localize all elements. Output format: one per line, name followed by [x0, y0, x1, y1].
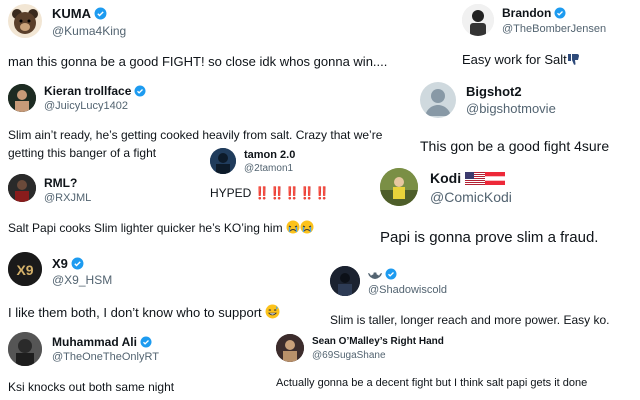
user-name[interactable]: Kodi	[430, 170, 505, 186]
tweet-text: Slim ain’t ready, he’s getting cooked he…	[8, 128, 383, 142]
user-handle[interactable]: @JuicyLucy1402	[44, 100, 128, 112]
user-handle[interactable]: @ComicKodi	[430, 189, 512, 205]
user-handle[interactable]: @Kuma4King	[52, 24, 126, 38]
user-name[interactable]: Sean O’Malley’s Right Hand	[312, 336, 444, 347]
default-avatar-icon	[425, 89, 451, 116]
avatar[interactable]	[8, 84, 36, 112]
user-name[interactable]: Muhammad Ali	[52, 335, 152, 349]
tweet-text: getting this banger of a fight	[8, 146, 157, 160]
person-avatar-icon	[380, 168, 418, 206]
user-name[interactable]	[368, 268, 397, 282]
tweet-text: This gon be a good fight 4sure	[420, 138, 610, 154]
user-name[interactable]: Bigshot2	[466, 84, 522, 99]
user-handle[interactable]: @TheOneTheOnlyRT	[52, 351, 159, 363]
avatar[interactable]	[420, 82, 456, 118]
verified-badge-icon	[71, 257, 84, 270]
batman-logo-icon	[368, 270, 382, 282]
avatar[interactable]	[8, 174, 36, 202]
tweet-text: Papi is gonna prove slim a fraud.	[380, 229, 599, 246]
avatar[interactable]	[330, 266, 360, 296]
avatar[interactable]	[8, 4, 42, 38]
person-avatar-icon	[462, 4, 494, 36]
user-name[interactable]: Kieran trollface	[44, 84, 146, 98]
tweet-text: Salt Papi cooks Slim lighter quicker he’…	[8, 220, 314, 235]
crying-face-icon	[286, 220, 300, 234]
tweet-text: Easy work for Salt	[462, 52, 581, 67]
user-handle[interactable]: @bigshotmovie	[466, 101, 556, 116]
avatar[interactable]	[276, 334, 304, 362]
tweet-text: Ksi knocks out both same night	[8, 380, 175, 394]
tweet-text: man this gonna be a good FIGHT! so close…	[8, 54, 388, 69]
person-avatar-icon	[8, 332, 42, 366]
sweat-smile-icon	[265, 304, 280, 319]
person-avatar-icon	[210, 148, 236, 174]
avatar[interactable]	[8, 332, 42, 366]
verified-badge-icon	[94, 7, 107, 20]
verified-badge-icon	[140, 336, 152, 348]
user-handle[interactable]: @2tamon1	[244, 163, 293, 174]
svg-text:X9: X9	[16, 262, 33, 278]
user-handle[interactable]: @Shadowiscold	[368, 284, 447, 296]
verified-badge-icon	[385, 268, 397, 280]
fighter-avatar-icon	[8, 84, 36, 112]
tweet-text: I like them both, I don’t know who to su…	[8, 304, 280, 320]
person-avatar-icon	[8, 174, 36, 202]
verified-badge-icon	[134, 85, 146, 97]
person-avatar-icon	[276, 334, 304, 362]
user-name[interactable]: tamon 2.0	[244, 149, 295, 161]
thumbs-down-icon	[567, 54, 579, 65]
avatar[interactable]	[380, 168, 418, 206]
user-name[interactable]: Brandon	[502, 6, 566, 20]
avatar[interactable]: X9	[8, 252, 42, 286]
avatar[interactable]	[210, 148, 236, 174]
tweet-text: Slim is taller, longer reach and more po…	[330, 313, 610, 327]
austria-flag-icon	[485, 172, 505, 185]
user-handle[interactable]: @RXJML	[44, 192, 91, 204]
tweet-text: HYPED ‼️‼️‼️‼️‼️	[210, 186, 330, 200]
us-flag-icon	[465, 172, 485, 185]
user-name[interactable]: X9	[52, 256, 84, 271]
user-handle[interactable]: @69SugaShane	[312, 350, 386, 361]
x9-logo-icon: X9	[8, 252, 42, 286]
user-handle[interactable]: @TheBomberJensen	[502, 23, 606, 35]
verified-badge-icon	[554, 7, 566, 19]
user-name[interactable]: KUMA	[52, 6, 107, 21]
user-handle[interactable]: @X9_HSM	[52, 273, 112, 287]
avatar[interactable]	[462, 4, 494, 36]
tweet-text: Actually gonna be a decent fight but I t…	[276, 377, 588, 389]
person-avatar-icon	[330, 266, 360, 296]
crying-face-icon	[300, 220, 314, 234]
bear-avatar-icon	[12, 9, 38, 34]
user-name[interactable]: RML?	[44, 176, 77, 190]
